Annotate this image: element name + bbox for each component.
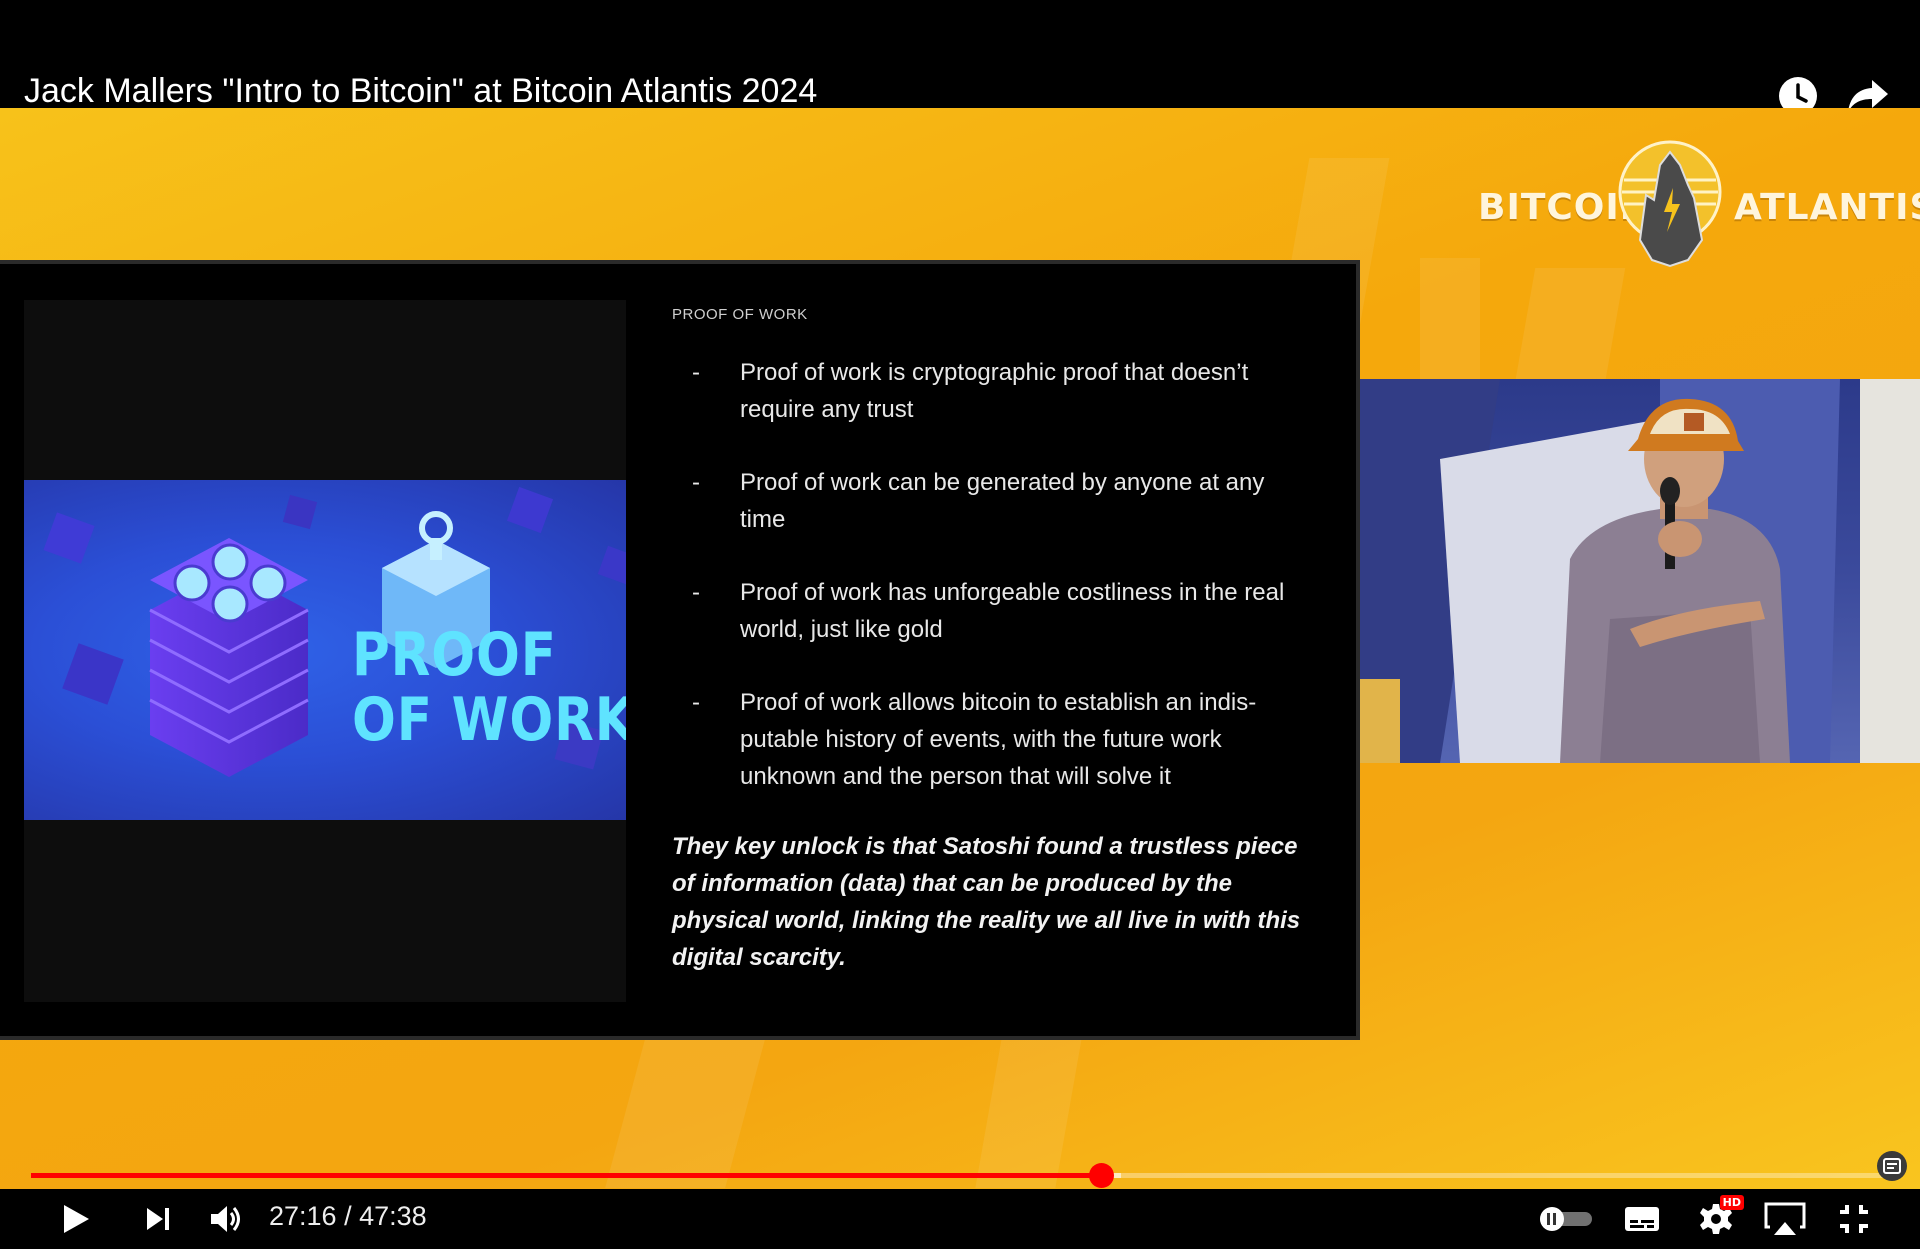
- bullet-dash: -: [692, 579, 700, 606]
- bitcoin-atlantis-badge-icon: [1618, 140, 1722, 268]
- slide-bullet: - Proof of work can be generated by anyo…: [692, 464, 1312, 538]
- time-separator: /: [336, 1201, 360, 1231]
- autoplay-toggle-icon: [1540, 1207, 1592, 1231]
- slide-bullet: - Proof of work allows bitcoin to establ…: [692, 684, 1312, 795]
- mute-button[interactable]: [204, 1197, 248, 1241]
- speaker-figure: [1360, 379, 1920, 763]
- bullet-text: Proof of work has unforgeable costliness…: [740, 579, 1285, 643]
- duration: 47:38: [359, 1201, 427, 1231]
- skip-next-icon: [147, 1208, 169, 1230]
- next-button[interactable]: [136, 1197, 180, 1241]
- pow-image-text-line2: OF WORK: [352, 685, 626, 755]
- exit-fullscreen-button[interactable]: [1832, 1197, 1876, 1241]
- subtitles-icon: [1625, 1207, 1659, 1231]
- pow-image-text-line1: PROOF: [352, 620, 557, 690]
- bullet-text: Proof of work is cryptographic proof tha…: [740, 359, 1249, 423]
- video-frame[interactable]: BITCOIN ATLANTIS PROOF OF WORK PROOF OF …: [0, 108, 1920, 1189]
- subtitles-button[interactable]: [1622, 1197, 1662, 1241]
- scrubber-handle[interactable]: [1088, 1163, 1114, 1188]
- video-title[interactable]: Jack Mallers "Intro to Bitcoin" at Bitco…: [24, 72, 817, 111]
- play-icon: [64, 1205, 89, 1233]
- hd-badge: HD: [1719, 1195, 1744, 1210]
- airplay-button[interactable]: [1762, 1197, 1808, 1241]
- slide-quote: They key unlock is that Satoshi found a …: [672, 833, 1301, 971]
- title-bar: Jack Mallers "Intro to Bitcoin" at Bitco…: [0, 0, 1920, 115]
- autoplay-toggle[interactable]: [1538, 1197, 1594, 1241]
- player-controls: 27:16 / 47:38 HD: [0, 1189, 1920, 1249]
- bullet-dash: -: [692, 689, 700, 716]
- bullet-dash: -: [692, 359, 700, 386]
- speaker-camera-feed: [1360, 379, 1920, 763]
- proof-of-work-illustration: PROOF OF WORK: [24, 480, 626, 820]
- event-logo: BITCOIN ATLANTIS: [1478, 130, 1920, 270]
- volume-icon: [211, 1206, 240, 1232]
- settings-button[interactable]: HD: [1694, 1195, 1744, 1241]
- seek-bar[interactable]: [31, 1163, 1889, 1188]
- bullet-dash: -: [692, 469, 700, 496]
- played-bar: [31, 1173, 1101, 1178]
- bullet-text: Proof of work allows bitcoin to establis…: [740, 689, 1257, 790]
- slide-bullet-list: - Proof of work is cryptographic proof t…: [692, 354, 1312, 831]
- slide-bullet: - Proof of work is cryptographic proof t…: [692, 354, 1312, 428]
- airplay-icon: [1764, 1202, 1806, 1235]
- bullet-text: Proof of work can be generated by anyone…: [740, 469, 1265, 533]
- chapters-button[interactable]: [1877, 1151, 1907, 1181]
- slide-heading: PROOF OF WORK: [672, 306, 808, 323]
- exit-fullscreen-icon: [1840, 1205, 1868, 1233]
- time-display: 27:16 / 47:38: [269, 1201, 427, 1232]
- brand-word-right: ATLANTIS: [1734, 187, 1920, 228]
- slide-bullet: - Proof of work has unforgeable costline…: [692, 574, 1312, 648]
- slide-image-panel: PROOF OF WORK: [24, 300, 626, 1002]
- chapters-icon: [1883, 1158, 1901, 1174]
- current-time: 27:16: [269, 1201, 337, 1231]
- presentation-slide: PROOF OF WORK PROOF OF WORK - Proof of w…: [0, 260, 1360, 1040]
- play-button[interactable]: [54, 1197, 98, 1241]
